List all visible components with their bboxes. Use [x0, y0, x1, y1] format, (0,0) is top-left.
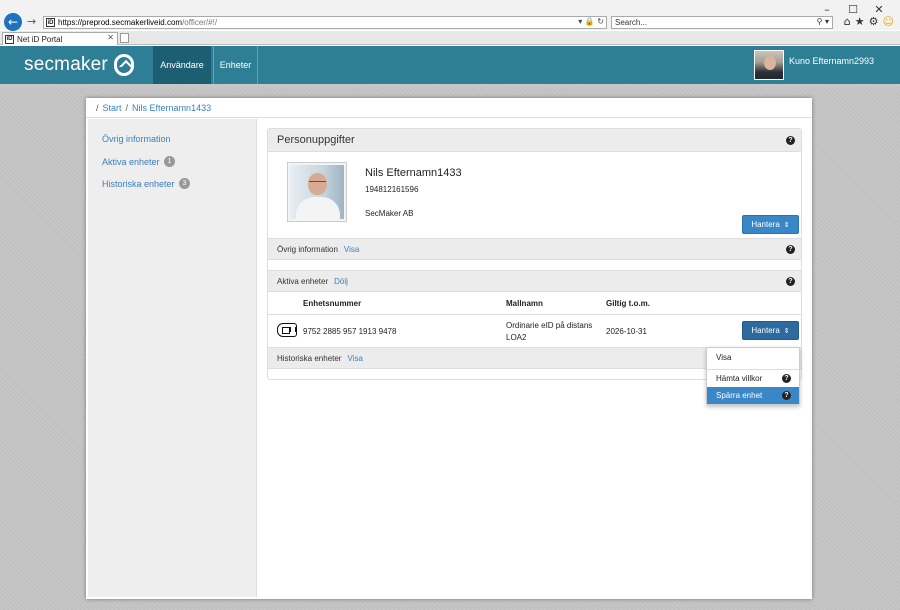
section-header-personuppgifter: Personuppgifter: [268, 129, 801, 152]
address-bar-icons[interactable]: ▾ 🔒 ↻: [578, 17, 604, 26]
close-window-icon[interactable]: ✕: [866, 2, 892, 16]
help-icon[interactable]: ?: [786, 245, 795, 254]
section-header-ovrig-information: Övrig information Visa: [268, 238, 801, 260]
browser-toolbar: ⌂ ★ ⚙ ☺: [844, 15, 894, 28]
tab-title: Net iD Portal: [17, 34, 63, 44]
app-header: secmaker Användare Enheter Kuno Efternam…: [0, 46, 900, 84]
back-arrow-icon[interactable]: ←: [4, 13, 22, 31]
site-favicon-icon: iD: [46, 18, 55, 27]
template-name: Ordinarie eID på distans: [506, 321, 593, 330]
column-header-mallnamn: Mallnamn: [506, 299, 543, 308]
search-placeholder: Search...: [615, 18, 648, 27]
menu-item-label: Hämta villkor: [716, 374, 763, 383]
menu-item-sparra-enhet[interactable]: Spärra enhet ?: [707, 387, 799, 404]
menu-item-label: Spärra enhet: [716, 391, 763, 400]
sidebar-item-label: Historiska enheter: [102, 178, 175, 189]
sidebar-item-historiska-enheter[interactable]: Historiska enheter 3: [102, 178, 191, 189]
new-tab-icon[interactable]: [120, 33, 129, 43]
secmaker-logo-icon: [113, 54, 134, 76]
user-name[interactable]: Kuno Efternamn2993: [789, 56, 874, 66]
organization: SecMaker AB: [365, 209, 414, 218]
section-title: Historiska enheter: [277, 353, 342, 363]
sidebar: Övrig information Aktiva enheter 1 Histo…: [88, 119, 257, 597]
main-panel: / Start / Nils Efternamn1433 Övrig infor…: [86, 98, 812, 599]
menu-item-visa[interactable]: Visa: [707, 349, 799, 366]
breadcrumb-start[interactable]: Start: [103, 103, 122, 113]
profile-photo: [287, 162, 347, 222]
button-label: Hantera: [751, 220, 780, 229]
forward-arrow-icon[interactable]: →: [27, 15, 36, 28]
secmaker-logo[interactable]: secmaker: [24, 54, 134, 76]
minimize-icon[interactable]: –: [814, 2, 840, 16]
sidebar-item-label: Övrig information: [102, 134, 171, 144]
unit-actions-dropdown: Visa Hämta villkor ? Spärra enhet ?: [706, 347, 800, 405]
help-icon[interactable]: ?: [782, 391, 791, 400]
breadcrumb-separator: /: [96, 102, 99, 113]
manage-person-button[interactable]: Hantera ⇕: [742, 215, 799, 234]
logo-text: secmaker: [24, 54, 108, 75]
window-controls: – ☐ ✕: [814, 2, 892, 16]
feedback-smiley-icon[interactable]: ☺: [883, 15, 894, 28]
sort-caret-icon: ⇕: [783, 326, 790, 335]
sort-caret-icon: ⇕: [783, 220, 790, 229]
unit-number: 9752 2885 957 1913 9478: [303, 327, 397, 336]
url-host: https://preprod.secmakerliveid.com: [58, 18, 183, 27]
search-icon[interactable]: ⚲ ▾: [817, 17, 829, 26]
section-header-aktiva-enheter: Aktiva enheter Dölj: [268, 270, 801, 292]
count-badge: 3: [178, 178, 191, 189]
personal-number: 194812161596: [365, 185, 419, 194]
section-title: Aktiva enheter: [277, 276, 329, 286]
section-title: Personuppgifter: [277, 134, 355, 146]
user-avatar[interactable]: [754, 50, 784, 80]
sidebar-item-ovrig-information[interactable]: Övrig information: [102, 134, 171, 144]
help-icon[interactable]: ?: [786, 277, 795, 286]
person-card: Personuppgifter ? Nils Efternamn1433 194…: [267, 128, 802, 380]
browser-search-input[interactable]: Search... ⚲ ▾: [611, 16, 833, 29]
nav-tab-anvandare[interactable]: Användare: [153, 46, 211, 84]
menu-item-label: Visa: [716, 353, 732, 362]
maximize-icon[interactable]: ☐: [840, 2, 866, 16]
template-level: LOA2: [506, 333, 527, 342]
toggle-historiska-enheter[interactable]: Visa: [347, 354, 362, 363]
toggle-aktiva-enheter[interactable]: Dölj: [334, 277, 348, 286]
column-header-enhetsnummer: Enhetsnummer: [303, 299, 362, 308]
sidebar-item-aktiva-enheter[interactable]: Aktiva enheter 1: [102, 156, 176, 167]
url-path: /officer/#!/: [182, 18, 218, 27]
browser-tab-bar: iD Net iD Portal ✕: [0, 31, 900, 45]
valid-until: 2026-10-31: [606, 327, 647, 336]
help-icon[interactable]: ?: [786, 136, 795, 145]
browser-chrome: – ☐ ✕ ← → iD https://preprod.secmakerliv…: [0, 0, 900, 31]
sidebar-item-label: Aktiva enheter: [102, 156, 160, 167]
nav-tab-enheter[interactable]: Enheter: [213, 46, 258, 84]
menu-item-hamta-villkor[interactable]: Hämta villkor ?: [707, 370, 799, 387]
close-tab-icon[interactable]: ✕: [107, 33, 114, 42]
help-icon[interactable]: ?: [782, 374, 791, 383]
tab-favicon-icon: iD: [5, 34, 14, 44]
home-icon[interactable]: ⌂: [844, 15, 851, 28]
browser-tab[interactable]: iD Net iD Portal ✕: [2, 32, 118, 45]
toggle-ovrig-information[interactable]: Visa: [344, 245, 359, 254]
settings-gear-icon[interactable]: ⚙: [869, 15, 879, 28]
manage-unit-button[interactable]: Hantera ⇕: [742, 321, 799, 340]
column-header-giltig: Giltig t.o.m.: [606, 299, 650, 308]
table-divider: [268, 314, 801, 315]
favorites-star-icon[interactable]: ★: [855, 15, 865, 28]
button-label: Hantera: [751, 326, 780, 335]
breadcrumb: / Start / Nils Efternamn1433: [86, 98, 812, 118]
breadcrumb-current[interactable]: Nils Efternamn1433: [132, 103, 211, 113]
breadcrumb-separator: /: [125, 102, 129, 113]
count-badge: 1: [163, 156, 176, 167]
address-bar[interactable]: iD https://preprod.secmakerliveid.com /o…: [43, 16, 607, 29]
smart-card-icon: [277, 323, 297, 337]
person-name: Nils Efternamn1433: [365, 167, 462, 179]
section-title: Övrig information: [277, 244, 338, 254]
